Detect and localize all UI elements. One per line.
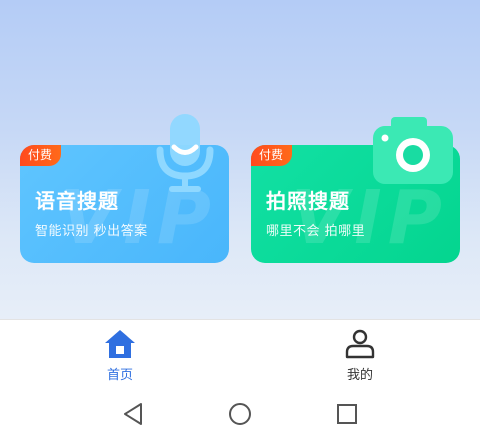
recent-square-icon[interactable] (334, 401, 360, 427)
voice-search-subtitle: 智能识别 秒出答案 (35, 224, 148, 239)
voice-search-title: 语音搜题 (35, 189, 119, 213)
photo-search-subtitle: 哪里不会 拍哪里 (266, 224, 366, 239)
camera-icon (373, 117, 453, 184)
paid-badge: 付费 (251, 145, 293, 166)
tab-home[interactable]: 首页 (70, 320, 170, 386)
photo-search-card[interactable]: VIP 付费 拍照搜题 哪里不会 拍哪里 (251, 117, 460, 263)
system-navigation-bar (0, 386, 480, 440)
bottom-tab-bar: 首页 我的 (0, 319, 480, 386)
microphone-icon (156, 114, 214, 192)
main-content-area: VIP 付费 语音搜题 智能识别 秒出答案 VIP 付费 拍照搜题 哪里不会 拍… (0, 0, 480, 319)
tab-mine[interactable]: 我的 (310, 320, 410, 386)
tab-mine-label: 我的 (346, 368, 373, 383)
back-triangle-icon[interactable] (120, 401, 146, 427)
photo-search-title: 拍照搜题 (266, 189, 350, 213)
voice-search-card[interactable]: VIP 付费 语音搜题 智能识别 秒出答案 (20, 114, 229, 263)
home-circle-icon[interactable] (227, 401, 253, 427)
paid-badge: 付费 (20, 145, 62, 166)
tab-home-label: 首页 (106, 368, 133, 383)
person-icon (345, 329, 375, 359)
home-icon (105, 330, 135, 358)
